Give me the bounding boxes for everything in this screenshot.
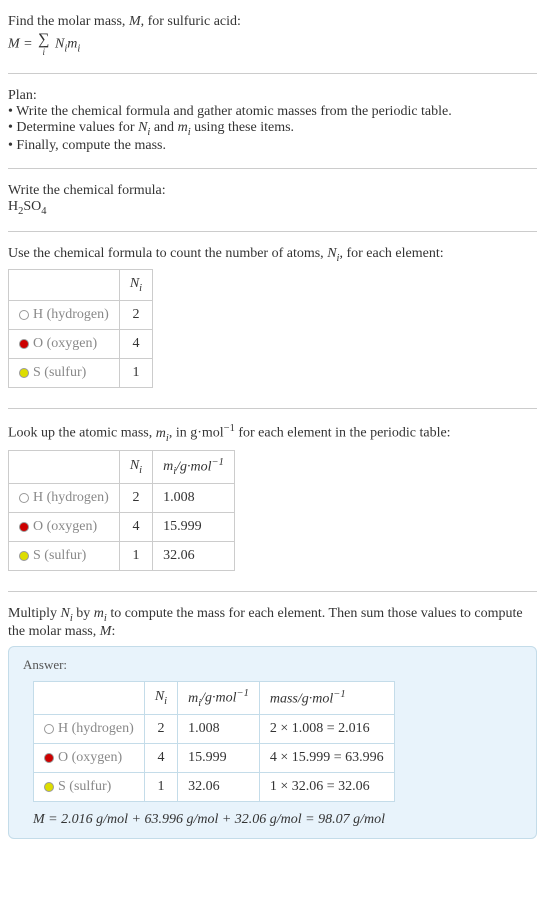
formula-section: Write the chemical formula: H2SO4 [8, 177, 537, 223]
table-header-row: Ni mi/g·mol−1 [9, 450, 235, 483]
element-cell: O (oxygen) [34, 744, 145, 773]
answer-table: Ni mi/g·mol−1 mass/g·mol−1 H (hydrogen) … [33, 681, 395, 802]
plan-step-2: • Determine values for Ni and mi using t… [8, 120, 537, 138]
empty-header [34, 681, 145, 714]
divider [8, 73, 537, 74]
element-cell: H (hydrogen) [34, 715, 145, 744]
table-row: S (sulfur) 1 32.06 1 × 32.06 = 32.06 [34, 773, 395, 802]
element-cell: O (oxygen) [9, 513, 120, 542]
empty-header [9, 270, 120, 301]
header-ni: Ni [119, 450, 152, 483]
element-swatch-icon [44, 753, 54, 763]
table-row: H (hydrogen) 2 1.008 2 × 1.008 = 2.016 [34, 715, 395, 744]
table-header-row: Ni mi/g·mol−1 mass/g·mol−1 [34, 681, 395, 714]
element-swatch-icon [19, 339, 29, 349]
mass-value: 1.008 [153, 484, 235, 513]
calc-value: 1 × 32.06 = 32.06 [259, 773, 394, 802]
empty-header [9, 450, 120, 483]
count-value: 4 [119, 513, 152, 542]
count-value: 4 [144, 744, 177, 773]
calc-value: 2 × 1.008 = 2.016 [259, 715, 394, 744]
element-cell: O (oxygen) [9, 330, 120, 359]
header-mi: mi/g·mol−1 [153, 450, 235, 483]
count-table: Ni H (hydrogen) 2 O (oxygen) 4 S (sulfur… [8, 269, 153, 388]
element-swatch-icon [19, 493, 29, 503]
element-swatch-icon [44, 724, 54, 734]
table-row: O (oxygen) 4 15.999 [9, 513, 235, 542]
header-ni: Ni [144, 681, 177, 714]
element-swatch-icon [19, 551, 29, 561]
plan-heading: Plan: [8, 88, 537, 104]
element-swatch-icon [19, 368, 29, 378]
count-section: Use the chemical formula to count the nu… [8, 240, 537, 401]
element-cell: H (hydrogen) [9, 301, 120, 330]
count-value: 1 [119, 542, 152, 571]
mass-section: Look up the atomic mass, mi, in g·mol−1 … [8, 417, 537, 583]
table-header-row: Ni [9, 270, 153, 301]
answer-box: Answer: Ni mi/g·mol−1 mass/g·mol−1 H (hy… [8, 646, 537, 839]
count-heading: Use the chemical formula to count the nu… [8, 246, 537, 264]
element-cell: S (sulfur) [9, 359, 120, 388]
mass-value: 1.008 [178, 715, 260, 744]
header-mass: mass/g·mol−1 [259, 681, 394, 714]
plan-step-3: • Finally, compute the mass. [8, 138, 537, 154]
plan-section: Plan: • Write the chemical formula and g… [8, 82, 537, 160]
answer-final: M = 2.016 g/mol + 63.996 g/mol + 32.06 g… [33, 812, 522, 828]
table-row: S (sulfur) 1 [9, 359, 153, 388]
formula-heading: Write the chemical formula: [8, 183, 537, 199]
table-row: O (oxygen) 4 [9, 330, 153, 359]
count-value: 4 [119, 330, 152, 359]
intro-prompt: Find the molar mass, M, for sulfuric aci… [8, 14, 537, 30]
header-ni: Ni [119, 270, 152, 301]
table-row: H (hydrogen) 2 1.008 [9, 484, 235, 513]
mass-value: 15.999 [153, 513, 235, 542]
count-value: 2 [144, 715, 177, 744]
plan-step-1: • Write the chemical formula and gather … [8, 104, 537, 120]
element-cell: H (hydrogen) [9, 484, 120, 513]
count-value: 2 [119, 301, 152, 330]
count-value: 1 [119, 359, 152, 388]
mass-value: 32.06 [153, 542, 235, 571]
element-swatch-icon [19, 310, 29, 320]
calc-value: 4 × 15.999 = 63.996 [259, 744, 394, 773]
mass-table: Ni mi/g·mol−1 H (hydrogen) 2 1.008 O (ox… [8, 450, 235, 571]
compute-section: Multiply Ni by mi to compute the mass fo… [8, 600, 537, 851]
divider [8, 168, 537, 169]
table-row: H (hydrogen) 2 [9, 301, 153, 330]
count-value: 1 [144, 773, 177, 802]
divider [8, 231, 537, 232]
compute-heading: Multiply Ni by mi to compute the mass fo… [8, 606, 537, 640]
intro-section: Find the molar mass, M, for sulfuric aci… [8, 8, 537, 65]
count-value: 2 [119, 484, 152, 513]
table-row: O (oxygen) 4 15.999 4 × 15.999 = 63.996 [34, 744, 395, 773]
mass-value: 15.999 [178, 744, 260, 773]
sigma-icon: ∑ [38, 32, 49, 48]
header-mi: mi/g·mol−1 [178, 681, 260, 714]
answer-label: Answer: [23, 657, 522, 673]
mass-heading: Look up the atomic mass, mi, in g·mol−1 … [8, 423, 537, 443]
divider [8, 591, 537, 592]
element-cell: S (sulfur) [34, 773, 145, 802]
element-cell: S (sulfur) [9, 542, 120, 571]
divider [8, 408, 537, 409]
mass-value: 32.06 [178, 773, 260, 802]
element-swatch-icon [19, 522, 29, 532]
table-row: S (sulfur) 1 32.06 [9, 542, 235, 571]
element-swatch-icon [44, 782, 54, 792]
intro-equation: M = ∑i Nimi [8, 30, 537, 59]
chemical-formula: H2SO4 [8, 199, 537, 217]
